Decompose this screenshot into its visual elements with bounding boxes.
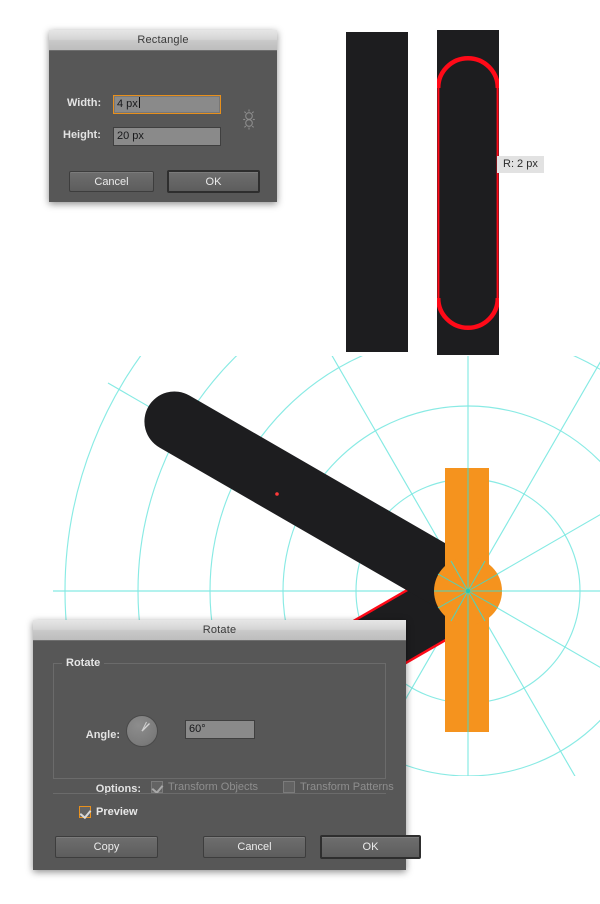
preview-row[interactable]: Preview [79,806,138,818]
angle-input[interactable]: 60° [185,720,255,739]
preview-label: Preview [96,806,138,818]
transform-objects-row[interactable]: Transform Objects [151,781,258,793]
rotate-copy-button[interactable]: Copy [55,836,158,858]
path-anchor-dot [275,492,279,496]
transform-objects-checkbox[interactable] [151,781,163,793]
rotate-groupbox-legend: Rotate [62,657,105,669]
angle-dial-needle [141,721,150,732]
rectangle-dialog-titlebar[interactable]: Rectangle [49,30,277,51]
preview-checkbox[interactable] [79,806,91,818]
screenshot-stage: R: 2 px Rectangle Width: 4 px Height: 20… [0,0,600,904]
rotation-anchor-point [465,588,471,594]
rectangle-dialog-title: Rectangle [137,34,189,46]
angle-dial-icon[interactable] [126,715,158,747]
rectangle-ok-button[interactable]: OK [167,170,260,193]
transform-patterns-row[interactable]: Transform Patterns [283,781,394,793]
angle-label: Angle: [85,729,120,741]
rotate-divider [53,793,386,794]
constrain-proportions-icon[interactable] [239,107,259,131]
text-caret [138,97,140,108]
transform-patterns-checkbox[interactable] [283,781,295,793]
rotate-dialog-title: Rotate [202,624,237,636]
angle-input-value: 60° [189,723,206,735]
transform-objects-label: Transform Objects [168,781,259,793]
width-input-value: 4 px [117,98,138,110]
height-input[interactable]: 20 px [113,127,221,146]
rotate-dialog: Rotate Rotate Angle: 60° Options: Transf… [33,620,421,870]
height-input-value: 20 px [117,130,144,142]
radius-tooltip: R: 2 px [497,156,544,173]
chain-link-glyph [243,109,255,130]
rotate-dialog-body: Rotate Angle: 60° Options: Transform Obj… [33,641,421,870]
transform-patterns-label: Transform Patterns [300,781,394,793]
capsule-bar-mirrored [144,391,473,607]
rotate-dialog-titlebar[interactable]: Rotate [33,620,406,641]
rotate-ok-button[interactable]: OK [320,835,421,859]
rectangle-dialog: Rectangle Width: 4 px Height: 20 px Canc… [49,30,277,202]
rounded-rectangle-shape [437,30,499,355]
width-input[interactable]: 4 px [113,95,221,114]
rectangle-dialog-body: Width: 4 px Height: 20 px Cancel OK [49,51,277,202]
rotate-cancel-button[interactable]: Cancel [203,836,306,858]
plain-rectangle-shape [346,32,408,352]
rounded-corner-path-highlight [437,56,499,330]
rectangle-cancel-button[interactable]: Cancel [69,171,154,192]
